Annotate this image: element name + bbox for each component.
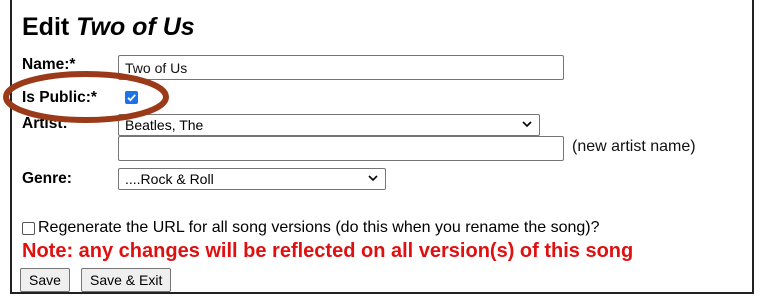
checkmark-icon <box>127 94 136 102</box>
regenerate-checkbox[interactable] <box>22 222 35 235</box>
name-input[interactable] <box>118 55 564 80</box>
is-public-label: Is Public:* <box>22 89 97 106</box>
regenerate-label: Regenerate the URL for all song versions… <box>38 219 600 236</box>
warning-note: Note: any changes will be reflected on a… <box>22 240 634 262</box>
chevron-down-icon <box>368 175 378 182</box>
song-title: Two of Us <box>76 13 195 41</box>
artist-label: Artist: <box>22 115 68 132</box>
title-prefix: Edit <box>22 13 70 41</box>
artist-select[interactable]: Beatles, The <box>118 114 540 136</box>
new-artist-input[interactable] <box>118 136 564 161</box>
chevron-down-icon <box>522 121 532 128</box>
new-artist-hint: (new artist name) <box>572 138 696 155</box>
is-public-checkbox[interactable] <box>125 91 138 104</box>
genre-label: Genre: <box>22 170 72 187</box>
page-title: Edit Two of Us <box>22 12 195 42</box>
genre-selected-value: ....Rock & Roll <box>125 171 214 187</box>
save-button[interactable]: Save <box>20 268 70 292</box>
save-exit-button[interactable]: Save & Exit <box>81 268 172 292</box>
genre-select[interactable]: ....Rock & Roll <box>118 168 386 190</box>
name-label: Name:* <box>22 56 76 73</box>
artist-selected-value: Beatles, The <box>125 117 204 133</box>
